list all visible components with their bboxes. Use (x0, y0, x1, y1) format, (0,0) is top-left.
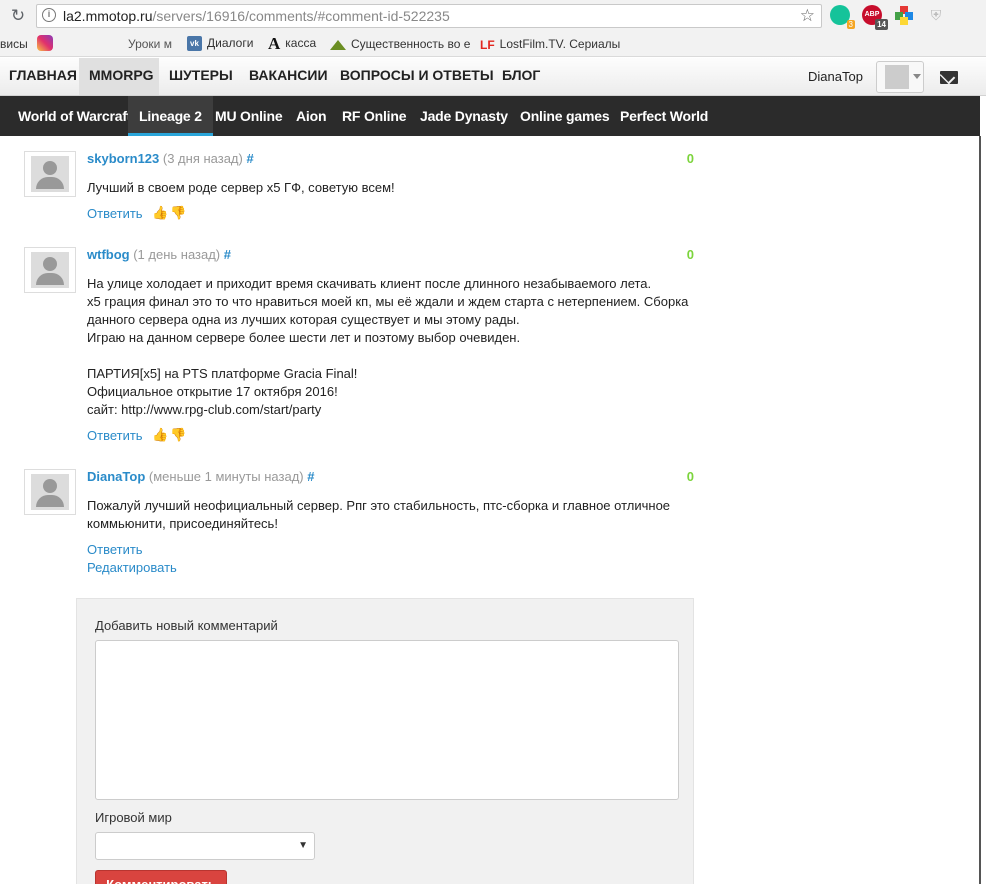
colorful-extension-icon[interactable] (894, 5, 914, 25)
username-link[interactable]: DianaTop (808, 69, 863, 84)
bookmark-label: Уроки м (128, 37, 172, 51)
game-tab-aion[interactable]: Aion (296, 96, 327, 136)
submit-comment-button[interactable]: Комментировать (95, 870, 227, 884)
comment-textarea[interactable] (95, 640, 679, 800)
game-tab-jade-dynasty[interactable]: Jade Dynasty (420, 96, 508, 136)
comment-time: (меньше 1 минуты назад) (148, 469, 304, 484)
bookmark-label: Диалоги (207, 36, 254, 50)
comment-author[interactable]: DianaTop (87, 469, 145, 484)
world-label: Игровой мир (95, 810, 172, 825)
comment-text: Лучший в своем роде сервер х5 ГФ, совету… (87, 180, 395, 195)
comment-text: Пожалуй лучший неофициальный сервер. Рпг… (87, 498, 671, 531)
grammarly-extension-icon[interactable]: 3 (830, 5, 855, 29)
chevron-down-icon: ▼ (298, 840, 308, 851)
nav-item-qa[interactable]: ВОПРОСЫ И ОТВЕТЫ (340, 58, 494, 95)
user-menu-button[interactable] (876, 61, 924, 93)
comment-score: 0 (686, 151, 694, 166)
comment-item: DianaTop (меньше 1 минуты назад) # 0 Пож… (24, 469, 696, 579)
thumbs-down-icon[interactable]: 👎 (170, 205, 186, 221)
games-nav: World of Warcraft Lineage 2 MU Online Ai… (0, 96, 980, 136)
form-title: Добавить новый комментарий (95, 618, 278, 633)
thumbs-down-icon[interactable]: 👎 (170, 427, 186, 443)
comment-time: (3 дня назад) (162, 151, 243, 166)
browser-toolbar: ↻ i la2.mmotop.ru/servers/16916/comments… (0, 0, 986, 32)
comment-item: wtfbog (1 день назад) # 0 На улице холод… (24, 247, 696, 447)
comment-text: На улице холодает и приходит время скачи… (87, 276, 689, 417)
url-host: la2.mmotop.ru (63, 8, 153, 24)
avatar[interactable] (24, 469, 76, 515)
bookmark-lostfilm[interactable]: LF LostFilm.TV. Сериалы (480, 37, 620, 52)
edit-link[interactable]: Редактировать (87, 560, 177, 575)
nav-item-shooters[interactable]: ШУТЕРЫ (169, 58, 233, 95)
adblock-extension-icon[interactable]: ABP 14 (862, 5, 888, 30)
avatar[interactable] (24, 247, 76, 293)
mountain-icon (330, 39, 346, 50)
info-icon[interactable]: i (42, 8, 56, 22)
bookmark-dialogs[interactable]: vk Диалоги (187, 36, 254, 52)
comment-time: (1 день назад) (133, 247, 221, 262)
nav-item-home[interactable]: ГЛАВНАЯ (0, 58, 78, 95)
comment-meta: DianaTop (меньше 1 минуты назад) # (87, 469, 314, 484)
reply-link[interactable]: Ответить (87, 542, 143, 557)
site-main-nav: ГЛАВНАЯ MMORPG ШУТЕРЫ ВАКАНСИИ ВОПРОСЫ И… (0, 58, 986, 96)
bookmark-instagram[interactable] (37, 35, 58, 51)
comment-meta: wtfbog (1 день назад) # (87, 247, 231, 262)
nav-item-blog[interactable]: БЛОГ (502, 58, 540, 95)
letter-a-icon: A (268, 34, 281, 53)
reload-icon[interactable]: ↻ (8, 6, 28, 26)
bookmark-kassa[interactable]: Aкасса (268, 34, 316, 54)
comment-author[interactable]: skyborn123 (87, 151, 159, 166)
mail-icon[interactable] (940, 71, 958, 84)
game-tab-perfect-world[interactable]: Perfect World (620, 96, 708, 136)
bookmark-services[interactable]: висы (0, 37, 28, 51)
world-select[interactable]: ▼ (95, 832, 315, 860)
shield-extension-icon[interactable]: ⛨ (926, 5, 946, 25)
address-url[interactable]: la2.mmotop.ru/servers/16916/comments/#co… (63, 8, 450, 24)
thumbs-up-icon[interactable]: 👍 (152, 205, 168, 221)
comment-score: 0 (686, 247, 694, 262)
user-avatar-icon (885, 65, 909, 89)
scrollbar-edge (979, 136, 981, 884)
bookmark-lessons[interactable]: Уроки м (128, 37, 172, 51)
game-tab-lineage2[interactable]: Lineage 2 (128, 96, 213, 136)
url-path: /servers/16916/comments/#comment-id-5222… (152, 8, 450, 24)
bookmark-existence[interactable]: Существенность во е (330, 37, 470, 51)
instagram-icon (37, 35, 53, 51)
nav-item-mmorpg[interactable]: MMORPG (79, 58, 159, 95)
game-tab-mu-online[interactable]: MU Online (215, 96, 283, 136)
reply-link[interactable]: Ответить (87, 428, 143, 443)
adblock-badge: 14 (875, 19, 888, 30)
avatar[interactable] (24, 151, 76, 197)
bookmark-label: касса (285, 36, 317, 51)
comment-permalink[interactable]: # (224, 247, 231, 262)
add-comment-form: Добавить новый комментарий Игровой мир ▼… (76, 598, 694, 884)
bookmark-star-icon[interactable]: ☆ (800, 6, 815, 26)
reply-link[interactable]: Ответить (87, 206, 143, 221)
bookmark-label: висы (0, 37, 28, 51)
chevron-down-icon (913, 74, 921, 79)
comment-permalink[interactable]: # (307, 469, 314, 484)
vk-icon: vk (187, 36, 202, 52)
comment-author[interactable]: wtfbog (87, 247, 130, 262)
comment-score: 0 (686, 469, 694, 484)
thumbs-up-icon[interactable]: 👍 (152, 427, 168, 443)
bookmark-label: LostFilm.TV. Сериалы (499, 37, 621, 51)
comment-item: skyborn123 (3 дня назад) # 0 Лучший в св… (24, 151, 696, 226)
bookmark-label: Существенность во е (351, 37, 471, 51)
lostfilm-icon: LF (480, 37, 495, 52)
grammarly-badge: 3 (846, 20, 855, 29)
bookmarks-bar: висы Уроки м vk Диалоги Aкасса Существенн… (0, 32, 986, 57)
adblock-label: ABP (864, 11, 880, 18)
address-bar[interactable]: i la2.mmotop.ru/servers/16916/comments/#… (36, 4, 822, 28)
comment-permalink[interactable]: # (246, 151, 253, 166)
game-tab-online-games[interactable]: Online games (520, 96, 610, 136)
nav-item-vacancies[interactable]: ВАКАНСИИ (249, 58, 328, 95)
game-tab-rf-online[interactable]: RF Online (342, 96, 407, 136)
game-tab-wow[interactable]: World of Warcraft (18, 96, 131, 136)
comment-meta: skyborn123 (3 дня назад) # (87, 151, 254, 166)
